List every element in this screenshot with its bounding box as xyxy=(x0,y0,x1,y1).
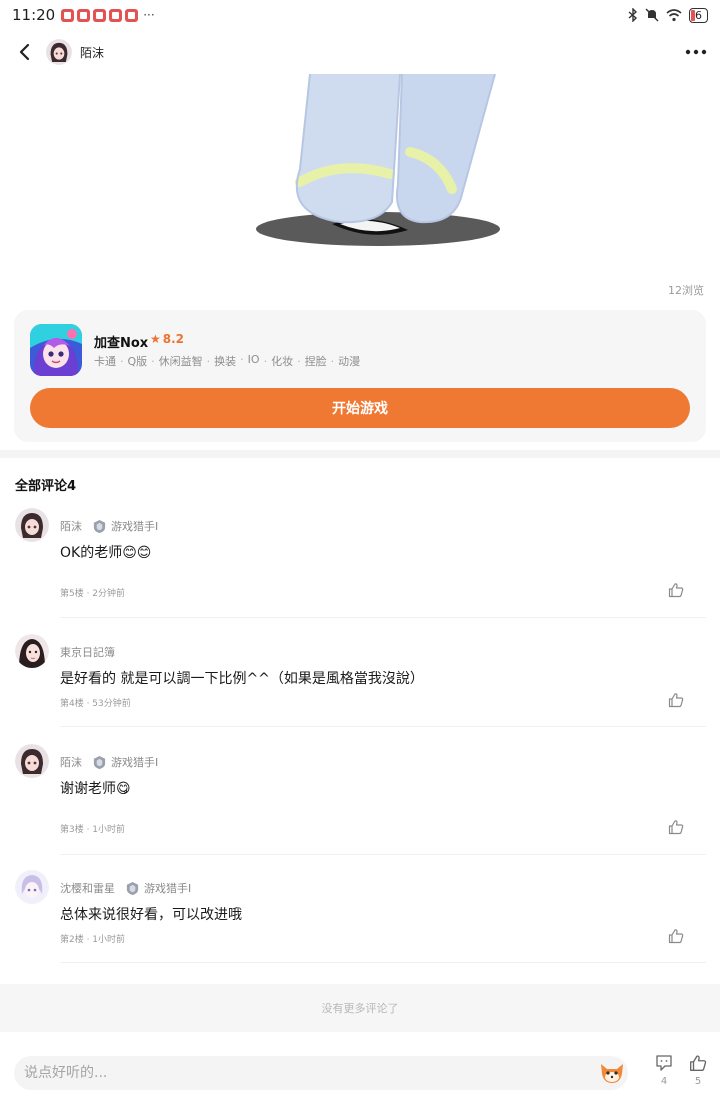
comment-text: 是好看的 就是可以調一下比例^^（如果是風格當我沒說） xyxy=(60,671,424,687)
comment-divider xyxy=(60,726,706,727)
hunter-badge: 游戏猎手Ⅰ xyxy=(92,754,158,770)
commenter-avatar[interactable] xyxy=(15,744,49,778)
back-icon[interactable] xyxy=(14,41,36,63)
status-right: 6 xyxy=(628,7,708,23)
comment-text: 总体来说很好看，可以改进哦 xyxy=(60,907,242,923)
game-tag: IO xyxy=(236,353,260,369)
comment-bubble-icon xyxy=(656,1055,672,1071)
game-tag: 动漫 xyxy=(327,353,360,369)
fox-mascot-icon[interactable] xyxy=(598,1060,626,1086)
thumbs-up-icon[interactable] xyxy=(668,582,684,598)
game-tags: 卡通 Q版 休闲益智 换装 IO 化妆 捏脸 动漫 xyxy=(94,353,360,369)
status-time: 11:20 xyxy=(12,6,56,24)
hunter-badge: 游戏猎手Ⅰ xyxy=(92,518,158,534)
comment-text: OK的老师😊😊 xyxy=(60,545,152,561)
battery-indicator: 6 xyxy=(689,7,708,23)
start-game-button[interactable]: 开始游戏 xyxy=(30,388,690,428)
notification-icon xyxy=(77,8,91,22)
badge-label: 游戏猎手Ⅰ xyxy=(144,882,192,895)
notification-icon xyxy=(93,8,107,22)
comment-text: 谢谢老师😋 xyxy=(60,781,131,797)
game-rating: ★ 8.2 xyxy=(150,332,184,346)
bottom-comment-bar: 4 5 xyxy=(0,1046,720,1100)
commenter-name[interactable]: 陌沫 xyxy=(60,518,82,534)
comment-count: 4 xyxy=(660,1076,668,1087)
post-image[interactable] xyxy=(0,74,720,274)
game-tag: 换装 xyxy=(203,353,236,369)
thumbs-up-icon[interactable] xyxy=(668,819,684,835)
section-divider xyxy=(0,450,720,458)
notification-icon xyxy=(125,8,139,22)
bluetooth-icon xyxy=(628,8,638,22)
commenter-row: 陌沫 游戏猎手Ⅰ xyxy=(60,518,158,534)
wifi-icon xyxy=(666,8,682,21)
shield-badge-icon xyxy=(93,755,106,769)
status-more-indicator: ··· xyxy=(143,8,155,22)
comment-divider xyxy=(60,962,706,963)
commenter-row: 陌沫 游戏猎手Ⅰ xyxy=(60,754,158,770)
game-tag: Q版 xyxy=(116,353,148,369)
comment-item: 陌沫 游戏猎手Ⅰ OK的老师😊😊 第5楼 · 2分钟前 xyxy=(0,508,720,618)
top-nav-bar: 陌沫 xyxy=(0,30,720,74)
badge-label: 游戏猎手Ⅰ xyxy=(111,520,159,533)
hunter-badge: 游戏猎手Ⅰ xyxy=(125,880,191,896)
comment-item: 陌沫 游戏猎手Ⅰ 谢谢老师😋 第3楼 · 1小时前 xyxy=(0,744,720,855)
like-count: 5 xyxy=(694,1076,702,1087)
comment-item: 沈樱和雷星 游戏猎手Ⅰ 总体来说很好看，可以改进哦 第2楼 · 1小时前 xyxy=(0,870,720,970)
author-avatar[interactable] xyxy=(46,39,72,65)
commenter-avatar[interactable] xyxy=(15,508,49,542)
shield-badge-icon xyxy=(126,881,139,895)
comments-title: 全部评论4 xyxy=(15,479,77,494)
game-tag: 休闲益智 xyxy=(147,353,203,369)
comment-meta: 第2楼 · 1小时前 xyxy=(60,935,126,945)
comment-divider xyxy=(60,617,706,618)
game-icon[interactable] xyxy=(30,324,82,376)
thumbs-up-icon[interactable] xyxy=(668,692,684,708)
comment-divider xyxy=(60,854,706,855)
comment-meta: 第4楼 · 53分钟前 xyxy=(60,699,131,709)
comment-input[interactable] xyxy=(14,1056,628,1090)
like-count-action[interactable]: 5 xyxy=(687,1054,709,1094)
game-rating-value: 8.2 xyxy=(162,332,185,346)
author-name[interactable]: 陌沫 xyxy=(80,44,104,61)
notification-icons xyxy=(61,8,139,22)
commenter-name[interactable]: 陌沫 xyxy=(60,754,82,770)
status-bar: 11:20 ··· 6 xyxy=(0,0,720,30)
shield-badge-icon xyxy=(93,519,106,533)
view-count: 12浏览 xyxy=(668,284,704,297)
mute-bell-icon xyxy=(645,8,659,22)
commenter-avatar[interactable] xyxy=(15,870,49,904)
commenter-name[interactable]: 沈樱和雷星 xyxy=(60,880,115,896)
game-tag: 化妆 xyxy=(260,353,293,369)
game-card[interactable]: 加查Nox ★ 8.2 卡通 Q版 休闲益智 换装 IO 化妆 捏脸 动漫 开始… xyxy=(14,310,706,442)
game-tag: 捏脸 xyxy=(293,353,327,369)
notification-icon xyxy=(109,8,123,22)
badge-label: 游戏猎手Ⅰ xyxy=(111,756,159,769)
star-icon: ★ xyxy=(150,332,161,346)
more-dots-icon[interactable] xyxy=(684,42,708,62)
thumbs-up-icon[interactable] xyxy=(668,928,684,944)
commenter-row: 東京日記簿 xyxy=(60,644,115,660)
thumbs-up-icon xyxy=(690,1055,707,1071)
game-name[interactable]: 加查Nox xyxy=(94,332,148,351)
game-tag: 卡通 xyxy=(94,355,116,368)
notification-icon xyxy=(61,8,75,22)
comment-count-action[interactable]: 4 xyxy=(653,1054,675,1094)
comment-item: 東京日記簿 是好看的 就是可以調一下比例^^（如果是風格當我沒說） 第4楼 · … xyxy=(0,634,720,734)
comment-meta: 第5楼 · 2分钟前 xyxy=(60,589,126,599)
commenter-avatar[interactable] xyxy=(15,634,49,668)
no-more-comments: 没有更多评论了 xyxy=(0,984,720,1032)
commenter-name[interactable]: 東京日記簿 xyxy=(60,644,115,660)
commenter-row: 沈樱和雷星 游戏猎手Ⅰ xyxy=(60,880,191,896)
comment-meta: 第3楼 · 1小时前 xyxy=(60,825,126,835)
